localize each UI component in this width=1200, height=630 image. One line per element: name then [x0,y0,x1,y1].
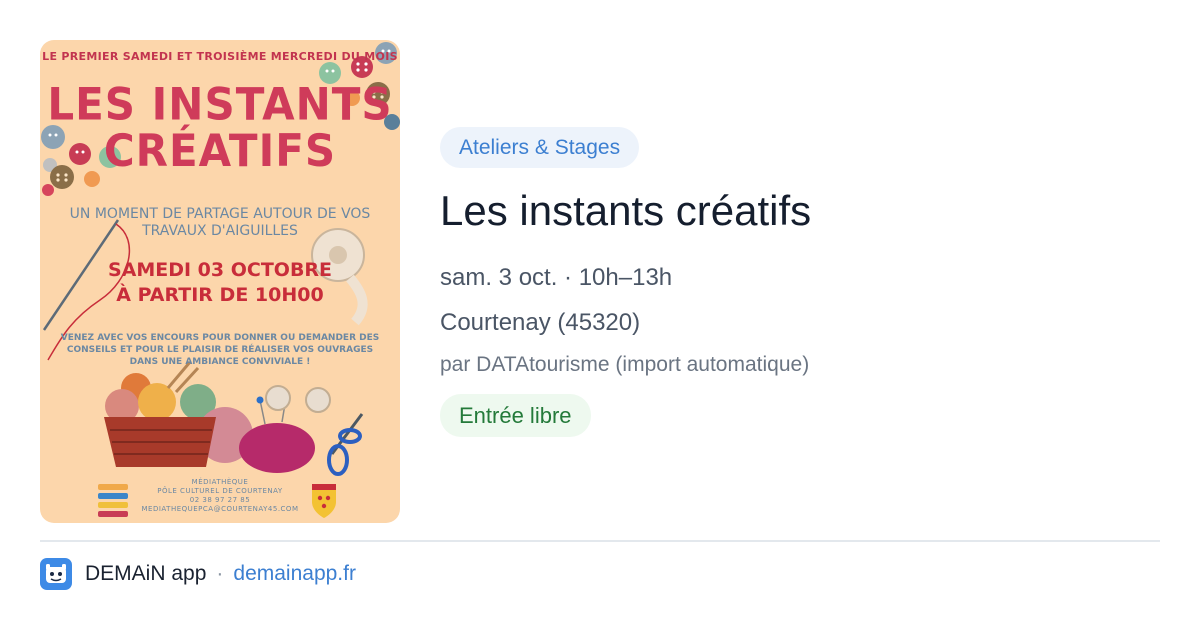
price-badge: Entrée libre [440,394,591,437]
app-name: DEMAiN app [85,562,207,585]
event-location: Courtenay (45320) [440,309,641,336]
category-badge[interactable]: Ateliers & Stages [440,127,640,168]
event-title: Les instants créatifs [440,187,812,234]
poster-schedule-text: LE PREMIER SAMEDI ET TROISIÈME MERCREDI … [42,50,398,63]
divider [40,540,1160,542]
app-footer: DEMAiN app · demainapp.fr [40,557,356,591]
poster-description: VENEZ AVEC VOS ENCOURS POUR DONNER OU DE… [60,333,380,367]
poster-subtitle: UN MOMENT DE PARTAGE AUTOUR DE VOS TRAVA… [69,206,371,239]
event-poster[interactable]: LE PREMIER SAMEDI ET TROISIÈME MERCREDI … [40,40,400,523]
poster-title: LES INSTANTS CRÉATIFS [47,78,393,177]
event-source: par DATAtourisme (import automatique) [440,353,810,376]
app-logo-icon [40,558,72,590]
scissors-icon [327,413,364,476]
yarn-basket-icon [104,361,253,467]
event-datetime: sam. 3 oct. · 10h–13h [440,264,673,291]
pincushion-icon [239,385,331,473]
app-website-link[interactable]: demainapp.fr [233,562,356,586]
poster-date: SAMEDI 03 OCTOBRE À PARTIR DE 10H00 [107,259,333,306]
poster-contact: MÉDIATHÈQUE PÔLE CULTUREL DE COURTENAY 0… [141,478,299,513]
footer-separator: · [216,562,224,585]
